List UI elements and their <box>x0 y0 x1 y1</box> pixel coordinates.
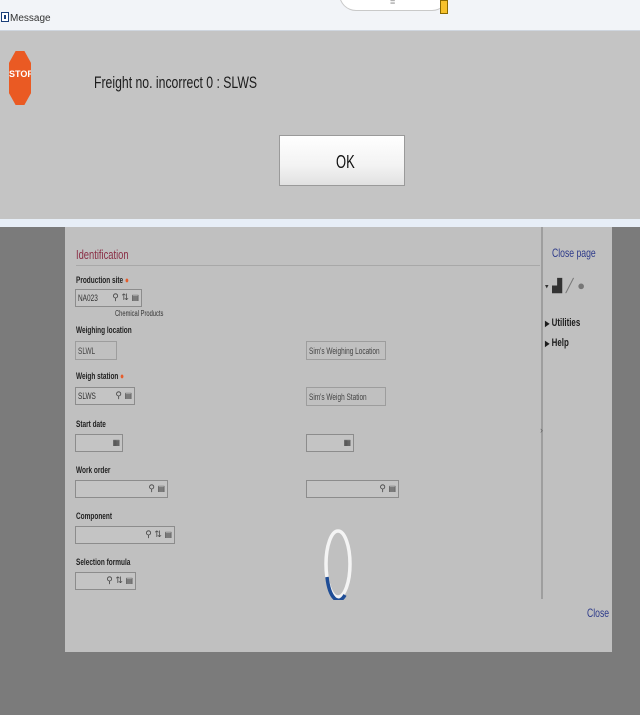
list-icon[interactable]: ▤ <box>388 484 396 493</box>
dialog-message: Freight no. incorrect 0 : SLWS <box>94 73 258 92</box>
required-marker: ● <box>120 371 125 381</box>
sidebar-item-help[interactable]: ▶ Help <box>545 337 578 349</box>
expand-icon: ▶ <box>545 339 550 348</box>
handle-icon: ≡ <box>390 0 396 7</box>
list-icon[interactable]: ▤ <box>131 293 139 302</box>
start-date-label: Start date <box>76 419 106 429</box>
dialog-bottom-border <box>0 219 640 227</box>
sidebar-separator <box>541 227 543 599</box>
drag-handle[interactable]: ≡ <box>339 0 449 11</box>
list-icon[interactable]: ▤ <box>157 484 165 493</box>
list-icon[interactable]: ▤ <box>164 530 172 539</box>
search-icon[interactable]: ⚲ <box>112 292 119 302</box>
ok-button[interactable]: OK <box>279 135 405 186</box>
ok-button-label: OK <box>336 152 355 172</box>
close-link[interactable]: Close <box>587 606 609 620</box>
calendar-icon[interactable]: ▦ <box>112 438 120 447</box>
work-order-input[interactable]: ⚲ ▤ <box>75 480 168 498</box>
weighing-location-description: Sim's Weighing Location <box>306 341 386 360</box>
required-marker: ● <box>124 275 129 285</box>
dialog-title: Message <box>10 13 51 24</box>
search-icon[interactable]: ⚲ <box>148 483 155 493</box>
selection-formula-label: Selection formula <box>76 557 131 567</box>
search-icon[interactable]: ⚲ <box>145 529 152 539</box>
comment-icon[interactable]: ● <box>577 278 585 293</box>
weigh-station-input[interactable]: SLWS ⚲ ▤ <box>75 387 135 405</box>
swap-icon[interactable]: ⇅ <box>115 575 123 585</box>
work-order-to-input[interactable]: ⚲ ▤ <box>306 480 399 498</box>
sidebar-collapse-icon[interactable]: › <box>540 425 543 435</box>
swap-icon[interactable]: ⇅ <box>154 529 162 539</box>
notification-icon[interactable] <box>440 0 448 14</box>
list-icon[interactable]: ▤ <box>124 391 132 400</box>
weigh-station-label: Weigh station ● <box>76 371 125 381</box>
search-icon[interactable]: ⚲ <box>379 483 386 493</box>
sidebar-item-utilities[interactable]: ▶ Utilities <box>545 317 594 329</box>
list-icon[interactable]: ▤ <box>125 576 133 585</box>
dialog-titlebar[interactable]: Message ≡ <box>0 0 640 31</box>
search-icon[interactable]: ⚲ <box>115 390 122 400</box>
production-site-description: Chemical Products <box>115 309 164 318</box>
loading-spinner-icon <box>324 529 352 600</box>
component-label: Component <box>76 511 112 521</box>
search-icon[interactable]: ⚲ <box>106 575 113 585</box>
expand-icon: ▶ <box>545 319 550 328</box>
section-title: Identification <box>76 247 129 262</box>
start-date-input[interactable]: ▦ <box>75 434 123 452</box>
message-dialog: Message ≡ STOP Freight no. incorrect 0 :… <box>0 0 640 227</box>
swap-icon[interactable]: ⇅ <box>121 292 129 302</box>
weighing-location-label: Weighing location <box>76 325 132 335</box>
stop-icon: STOP <box>9 51 31 105</box>
selection-formula-input[interactable]: ⚲ ⇅ ▤ <box>75 572 136 590</box>
stop-icon-text: STOP <box>9 69 34 79</box>
end-date-input[interactable]: ▦ <box>306 434 354 452</box>
app-icon <box>1 12 9 22</box>
close-page-link[interactable]: Close page <box>552 246 596 260</box>
calendar-icon[interactable]: ▦ <box>343 438 351 447</box>
toolbar-icons: ▾ ▟ ╱ ● <box>545 278 585 294</box>
production-site-label: Production site ● <box>76 275 129 285</box>
work-order-label: Work order <box>76 465 111 475</box>
component-input[interactable]: ⚲ ⇅ ▤ <box>75 526 175 544</box>
save-icon[interactable]: ▟ <box>552 278 562 293</box>
section-divider <box>76 265 540 266</box>
weigh-station-description: Sim's Weigh Station <box>306 387 386 406</box>
edit-icon[interactable]: ╱ <box>566 278 574 293</box>
weighing-location-field: SLWL <box>75 341 117 360</box>
dropdown-icon[interactable]: ▾ <box>545 284 549 291</box>
production-site-input[interactable]: NA023 ⚲ ⇅ ▤ <box>75 289 142 307</box>
